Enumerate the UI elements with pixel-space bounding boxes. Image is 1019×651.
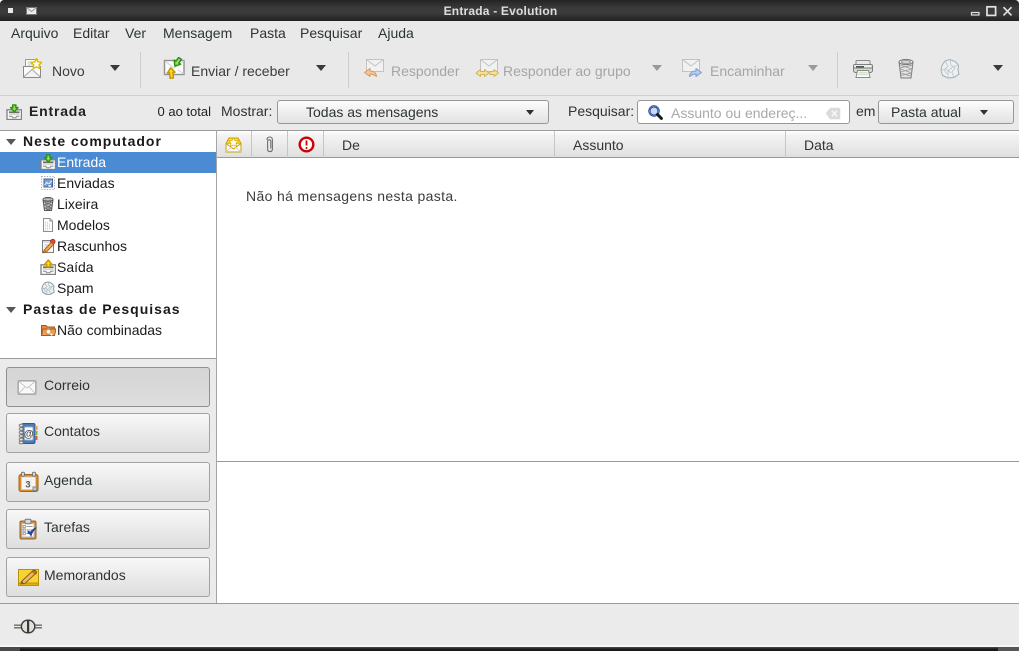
svg-text:@: @: [24, 429, 34, 440]
svg-text:3: 3: [25, 480, 30, 490]
